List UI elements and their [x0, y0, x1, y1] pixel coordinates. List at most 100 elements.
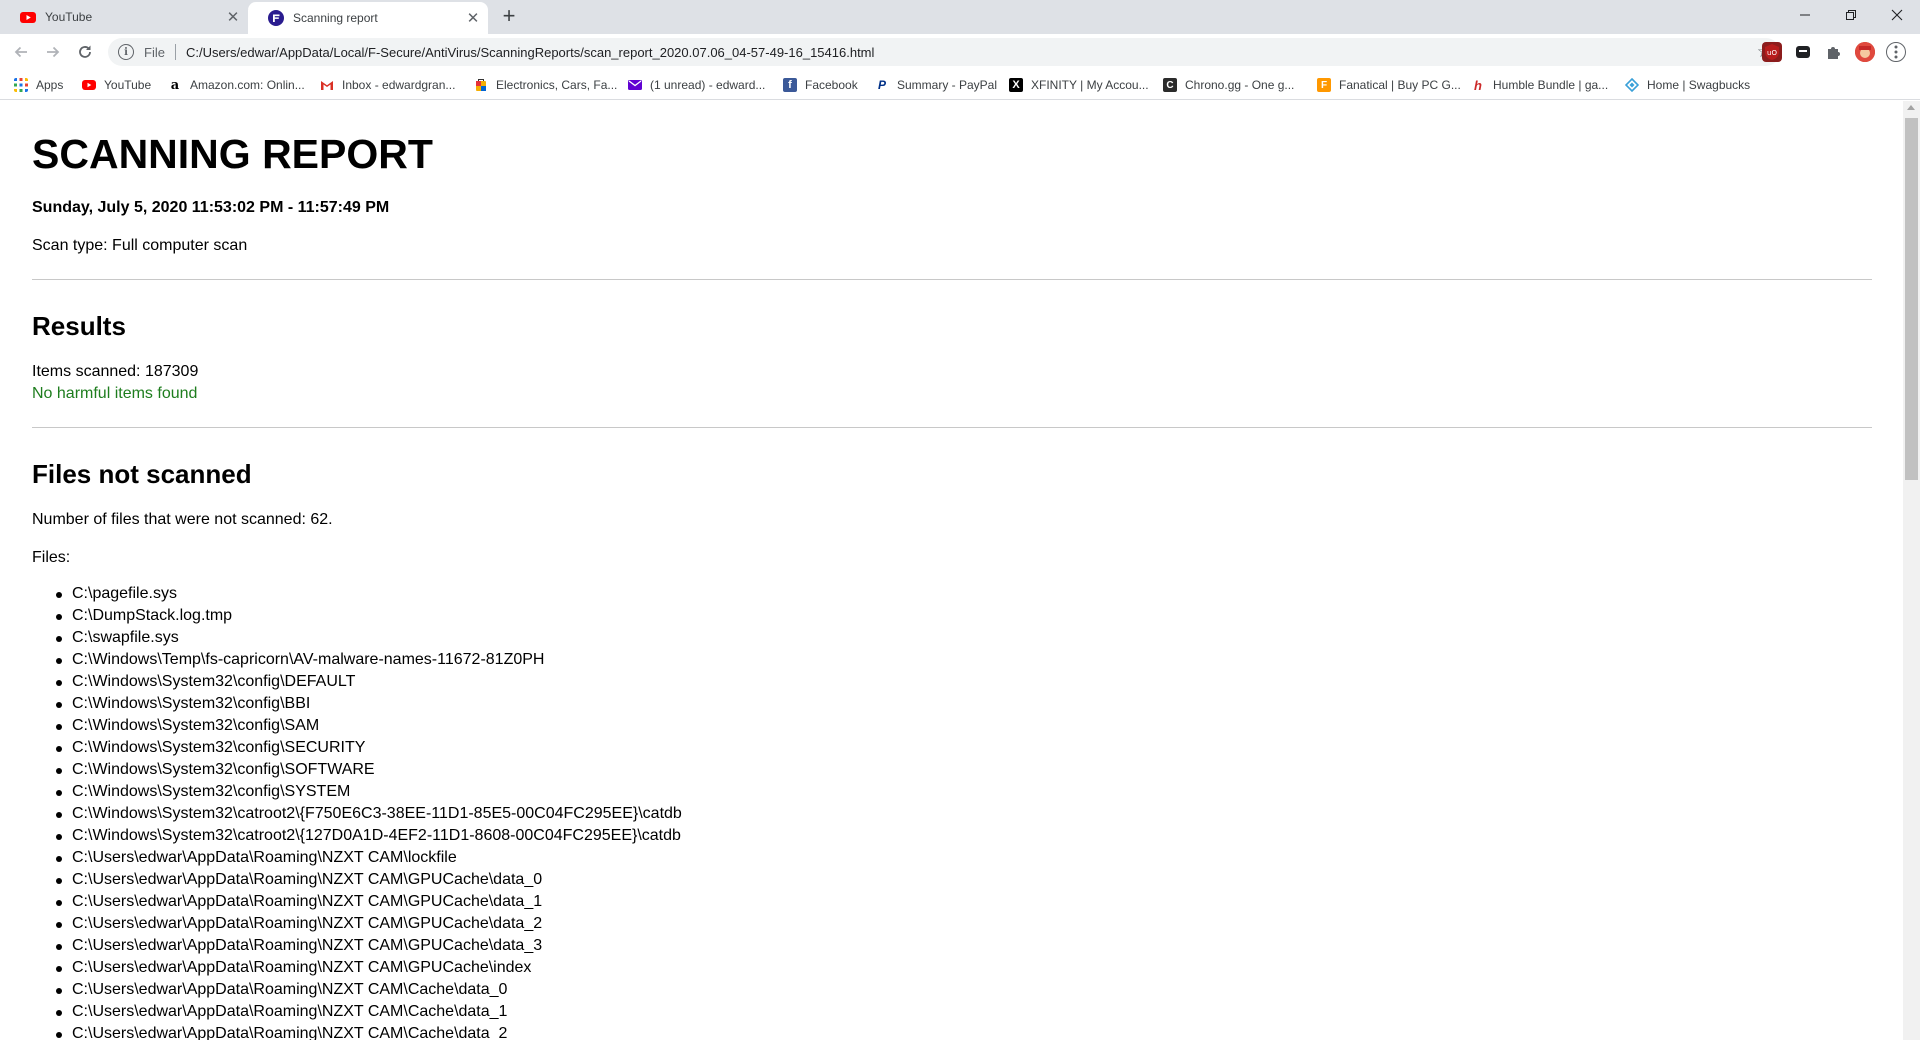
bookmark-label: YouTube: [104, 78, 152, 92]
list-item: C:\Users\edwar\AppData\Roaming\NZXT CAM\…: [56, 1001, 682, 1023]
bookmark-label: Facebook: [805, 78, 858, 92]
url-text[interactable]: C:/Users/edwar/AppData/Local/F-Secure/An…: [186, 45, 874, 60]
list-item: C:\Users\edwar\AppData\Roaming\NZXT CAM\…: [56, 1023, 682, 1040]
scan-datetime: Sunday, July 5, 2020 11:53:02 PM - 11:57…: [32, 199, 390, 216]
new-tab-button[interactable]: +: [498, 5, 520, 28]
files-not-scanned-heading: Files not scanned: [32, 459, 252, 489]
ublock-icon[interactable]: uO: [1762, 42, 1782, 62]
scroll-up-icon[interactable]: [1907, 105, 1915, 110]
list-item: C:\Windows\System32\config\DEFAULT: [56, 671, 682, 693]
bookmark-ebay[interactable]: Electronics, Cars, Fa...: [474, 76, 617, 94]
svg-text:uO: uO: [1767, 49, 1777, 57]
not-scanned-count: Number of files that were not scanned: 6…: [32, 511, 333, 528]
bookmark-humble[interactable]: h Humble Bundle | ga...: [1471, 76, 1608, 94]
list-item: C:\Windows\System32\catroot2\{127D0A1D-4…: [56, 825, 682, 847]
list-item: C:\DumpStack.log.tmp: [56, 605, 682, 627]
url-scheme-label: File: [144, 44, 165, 60]
files-label: Files:: [32, 549, 71, 566]
paypal-icon: P: [877, 78, 886, 92]
bookmark-youtube[interactable]: YouTube: [82, 76, 151, 94]
swagbucks-icon: [1625, 78, 1639, 92]
bookmark-label: Humble Bundle | ga...: [1493, 78, 1609, 92]
humble-icon: h: [1474, 77, 1482, 93]
list-item: C:\Users\edwar\AppData\Roaming\NZXT CAM\…: [56, 847, 682, 869]
ebay-icon: [476, 79, 486, 91]
youtube-icon: [82, 80, 96, 90]
bookmark-label: XFINITY | My Accou...: [1031, 78, 1149, 92]
divider: [32, 427, 1872, 428]
list-item: C:\Windows\System32\config\BBI: [56, 693, 682, 715]
bookmark-gmail[interactable]: Inbox - edwardgran...: [320, 76, 455, 94]
list-item: C:\Windows\System32\catroot2\{F750E6C3-3…: [56, 803, 682, 825]
close-tab-icon[interactable]: ✕: [464, 9, 482, 27]
divider: [32, 279, 1872, 280]
tab-strip: YouTube ✕ Scanning report ✕ +: [0, 0, 1920, 34]
restore-icon[interactable]: [1828, 0, 1874, 30]
f-secure-icon: [268, 10, 284, 26]
files-list: C:\pagefile.sys C:\DumpStack.log.tmp C:\…: [56, 583, 682, 1040]
list-item: C:\Users\edwar\AppData\Roaming\NZXT CAM\…: [56, 935, 682, 957]
page-title: SCANNING REPORT: [32, 131, 433, 177]
bookmark-fanatical[interactable]: F Fanatical | Buy PC G...: [1317, 76, 1461, 94]
chrono-icon: C: [1163, 78, 1177, 92]
reload-button[interactable]: [73, 40, 97, 64]
list-item: C:\Users\edwar\AppData\Roaming\NZXT CAM\…: [56, 979, 682, 1001]
bookmark-label: Inbox - edwardgran...: [342, 78, 456, 92]
bookmark-apps[interactable]: Apps: [14, 76, 63, 94]
tab-scanning-report[interactable]: Scanning report ✕: [248, 2, 488, 34]
scan-status: No harmful items found: [32, 385, 198, 402]
vertical-scrollbar[interactable]: [1903, 101, 1920, 1040]
bookmark-label: Amazon.com: Onlin...: [190, 78, 305, 92]
items-scanned: Items scanned: 187309: [32, 363, 199, 380]
list-item: C:\Windows\System32\config\SECURITY: [56, 737, 682, 759]
bookmark-xfinity[interactable]: X XFINITY | My Accou...: [1009, 76, 1149, 94]
address-bar[interactable]: i File C:/Users/edwar/AppData/Local/F-Se…: [108, 38, 1780, 66]
tab-title: Scanning report: [293, 11, 378, 25]
arrow-right-icon: [47, 46, 60, 58]
menu-kebab-icon[interactable]: [1886, 42, 1906, 62]
info-icon[interactable]: i: [118, 44, 134, 60]
amazon-icon: a: [170, 77, 180, 93]
bookmark-facebook[interactable]: f Facebook: [783, 76, 858, 94]
yahoo-mail-icon: [628, 80, 642, 90]
list-item: C:\Users\edwar\AppData\Roaming\NZXT CAM\…: [56, 891, 682, 913]
gmail-icon: [321, 81, 333, 90]
bookmark-swagbucks[interactable]: Home | Swagbucks: [1625, 76, 1750, 94]
minimize-icon[interactable]: [1782, 0, 1828, 30]
fanatical-icon: F: [1317, 78, 1331, 92]
back-button[interactable]: [9, 40, 33, 64]
arrow-left-icon: [14, 46, 27, 58]
bookmark-paypal[interactable]: P Summary - PayPal: [875, 76, 997, 94]
scan-type: Scan type: Full computer scan: [32, 237, 248, 254]
forward-button[interactable]: [41, 40, 65, 64]
bookmark-label: Fanatical | Buy PC G...: [1339, 78, 1461, 92]
close-window-icon[interactable]: [1874, 0, 1920, 30]
browser-toolbar: i File C:/Users/edwar/AppData/Local/F-Se…: [0, 34, 1920, 70]
profile-avatar[interactable]: [1855, 42, 1875, 62]
list-item: C:\Users\edwar\AppData\Roaming\NZXT CAM\…: [56, 913, 682, 935]
tab-title: YouTube: [45, 10, 93, 24]
bookmark-label: Apps: [36, 78, 64, 92]
xfinity-icon: X: [1009, 78, 1023, 92]
list-item: C:\Windows\System32\config\SAM: [56, 715, 682, 737]
facebook-icon: f: [783, 78, 797, 92]
divider: [174, 44, 176, 60]
close-tab-icon[interactable]: ✕: [224, 8, 242, 26]
apps-grid-icon: [14, 78, 28, 92]
list-item: C:\Users\edwar\AppData\Roaming\NZXT CAM\…: [56, 957, 682, 979]
reload-icon: [79, 45, 91, 58]
puzzle-icon[interactable]: [1824, 42, 1844, 62]
bookmark-amazon[interactable]: a Amazon.com: Onlin...: [168, 76, 305, 94]
tab-youtube[interactable]: YouTube ✕: [0, 0, 249, 34]
bookmark-label: Home | Swagbucks: [1647, 78, 1751, 92]
bookmark-label: Summary - PayPal: [897, 78, 998, 92]
scrollbar-thumb[interactable]: [1905, 118, 1918, 480]
results-heading: Results: [32, 311, 126, 341]
list-item: C:\pagefile.sys: [56, 583, 682, 605]
bookmark-chrono[interactable]: C Chrono.gg - One g...: [1163, 76, 1294, 94]
bookmarks-bar: Apps YouTube a Amazon.com: Onlin... Inbo…: [0, 70, 1920, 100]
extension-icon[interactable]: [1793, 42, 1813, 62]
list-item: C:\Users\edwar\AppData\Roaming\NZXT CAM\…: [56, 869, 682, 891]
bookmark-yahoo-mail[interactable]: (1 unread) - edward...: [628, 76, 765, 94]
list-item: C:\swapfile.sys: [56, 627, 682, 649]
